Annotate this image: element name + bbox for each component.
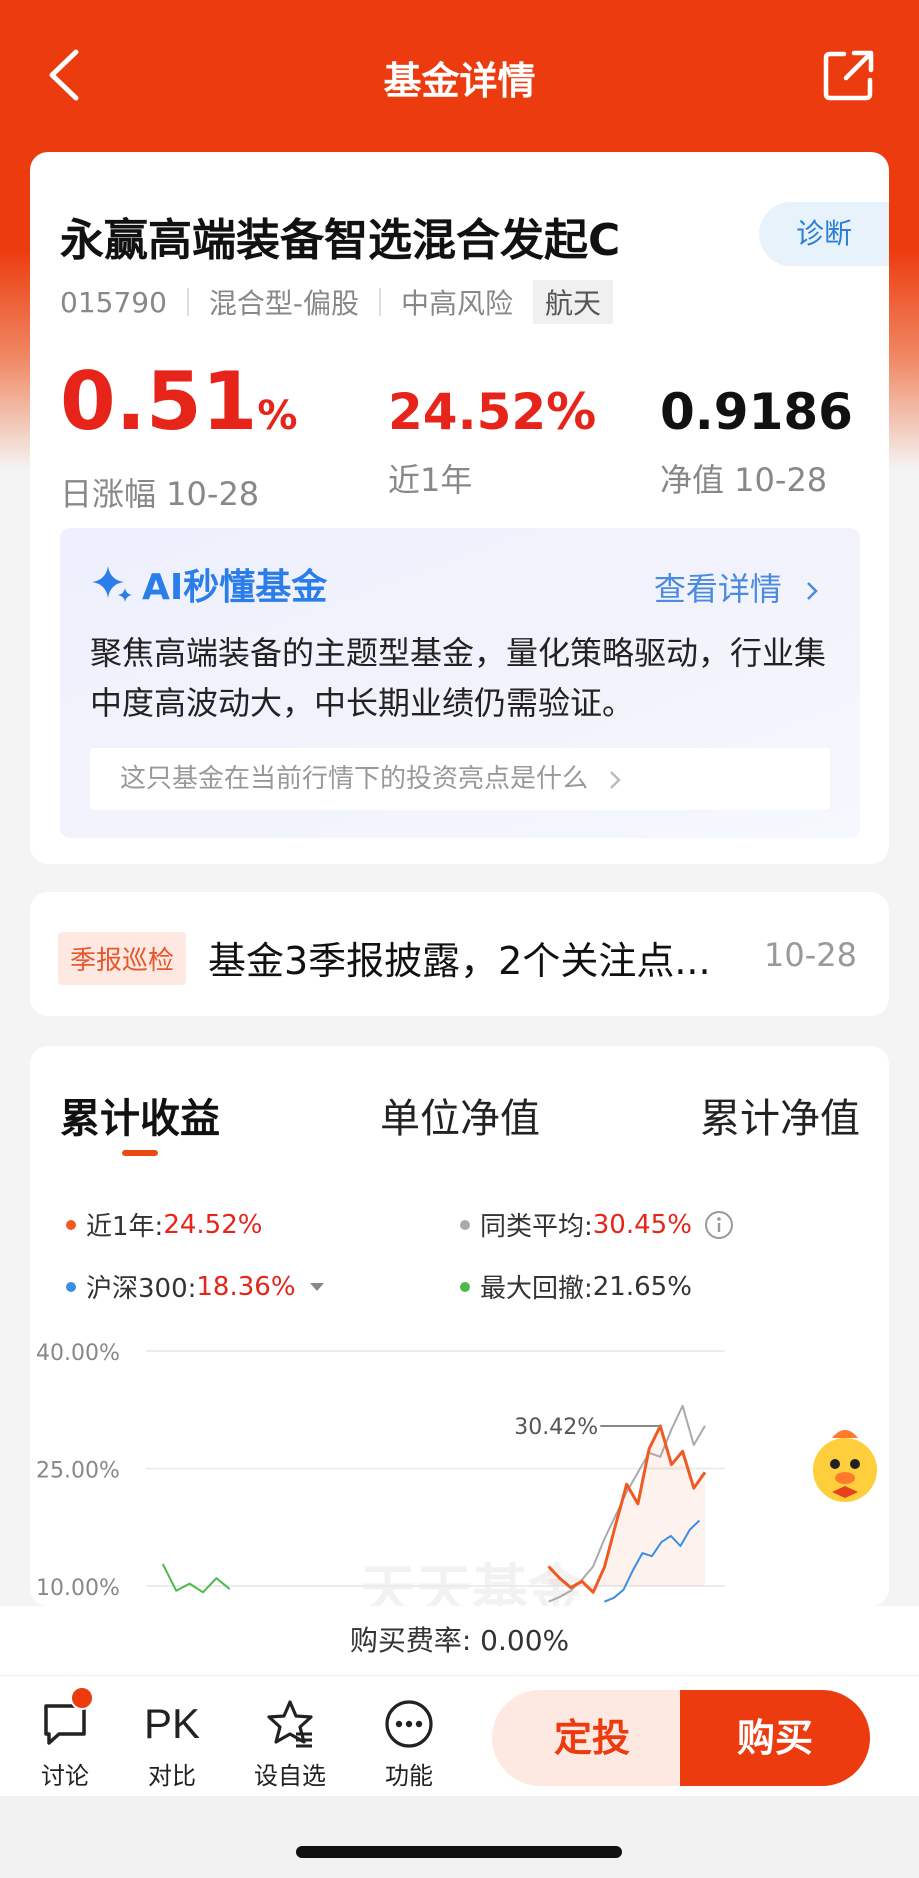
ai-question-input[interactable]: 这只基金在当前行情下的投资亮点是什么 bbox=[90, 748, 830, 810]
divider bbox=[379, 288, 381, 316]
add-watchlist-button[interactable]: 设自选 bbox=[245, 1698, 335, 1791]
y-tick-label: 25.00% bbox=[36, 1459, 120, 1484]
share-icon[interactable] bbox=[822, 48, 876, 102]
nav-label: 净值 10-28 bbox=[660, 461, 828, 499]
purchase-fee: 购买费率: 0.00% bbox=[0, 1606, 919, 1676]
diagnose-button[interactable]: 诊断 bbox=[759, 202, 889, 266]
y-tick-label: 10.00% bbox=[36, 1576, 120, 1601]
discuss-button[interactable]: 讨论 bbox=[20, 1686, 110, 1791]
year-return-stat: 24.52% 近1年 bbox=[388, 377, 596, 501]
home-indicator[interactable] bbox=[296, 1846, 622, 1858]
annotation-label: 30.42% bbox=[514, 1415, 598, 1440]
ai-title: AI秒懂基金 bbox=[90, 558, 327, 610]
daily-change-value: 0.51% bbox=[60, 355, 298, 448]
fund-name: 永赢高端装备智选混合发起C bbox=[60, 215, 621, 266]
news-date: 10-28 bbox=[764, 936, 857, 974]
buy-button[interactable]: 购买 bbox=[680, 1690, 870, 1786]
daily-change-stat: 0.51% 日涨幅 10-28 bbox=[60, 357, 297, 515]
news-tag: 季报巡检 bbox=[58, 932, 187, 985]
page-title: 基金详情 bbox=[383, 59, 536, 103]
more-icon bbox=[385, 1700, 433, 1748]
news-card[interactable]: 季报巡检 基金3季报披露，2个关注点... 10-28 bbox=[30, 892, 889, 1016]
year-return-value: 24.52% bbox=[388, 383, 597, 441]
nav-bar: 基金详情 bbox=[0, 0, 919, 150]
nav-value: 0.9186 bbox=[660, 383, 853, 441]
ai-detail-link[interactable]: 查看详情 bbox=[654, 564, 820, 610]
performance-chart-card: 累计收益 单位净值 累计净值 近1年: 24.52% 同类平均: 30.45% 沪深… bbox=[30, 1046, 889, 1606]
chevron-right-icon bbox=[807, 582, 818, 600]
notification-dot bbox=[70, 1686, 94, 1710]
compare-button[interactable]: PK 对比 bbox=[127, 1698, 217, 1791]
ai-summary-box: AI秒懂基金 查看详情 聚焦高端装备的主题型基金，量化策略驱动，行业集中度高波动… bbox=[60, 528, 860, 838]
chevron-right-icon bbox=[610, 770, 622, 789]
fund-code: 015790 bbox=[60, 285, 167, 319]
ai-description: 聚焦高端装备的主题型基金，量化策略驱动，行业集中度高波动大，中长期业绩仍需验证。 bbox=[90, 634, 827, 722]
pk-icon: PK bbox=[143, 1700, 201, 1747]
return-chart[interactable]: 40.00% 25.00% 10.00% 30.42% bbox=[30, 1046, 889, 1606]
sparkle-icon bbox=[92, 566, 132, 602]
home-indicator-area bbox=[0, 1796, 919, 1878]
year-return-label: 近1年 bbox=[388, 461, 473, 499]
series-line-3 bbox=[161, 1563, 231, 1594]
fund-overview-card: 永赢高端装备智选混合发起C 诊断 015790 混合型-偏股 中高风险 航天 0… bbox=[30, 152, 889, 864]
fund-meta: 015790 混合型-偏股 中高风险 航天 bbox=[60, 280, 614, 324]
daily-change-label: 日涨幅 10-28 bbox=[60, 475, 260, 513]
fund-type[interactable]: 混合型-偏股 bbox=[209, 282, 359, 322]
news-headline[interactable]: 基金3季报披露，2个关注点... bbox=[208, 930, 711, 985]
y-tick-label: 40.00% bbox=[36, 1341, 120, 1366]
star-icon bbox=[267, 1700, 313, 1748]
fund-theme-tag[interactable]: 航天 bbox=[533, 280, 614, 324]
bottom-action-bar: 讨论 PK 对比 设自选 功能 定投 购买 bbox=[0, 1676, 919, 1796]
fixed-investment-button[interactable]: 定投 bbox=[492, 1690, 692, 1786]
nav-stat: 0.9186 净值 10-28 bbox=[660, 377, 853, 501]
fund-risk[interactable]: 中高风险 bbox=[401, 282, 513, 322]
divider bbox=[186, 288, 189, 316]
mascot-icon[interactable] bbox=[802, 1420, 888, 1510]
more-functions-button[interactable]: 功能 bbox=[364, 1698, 454, 1791]
